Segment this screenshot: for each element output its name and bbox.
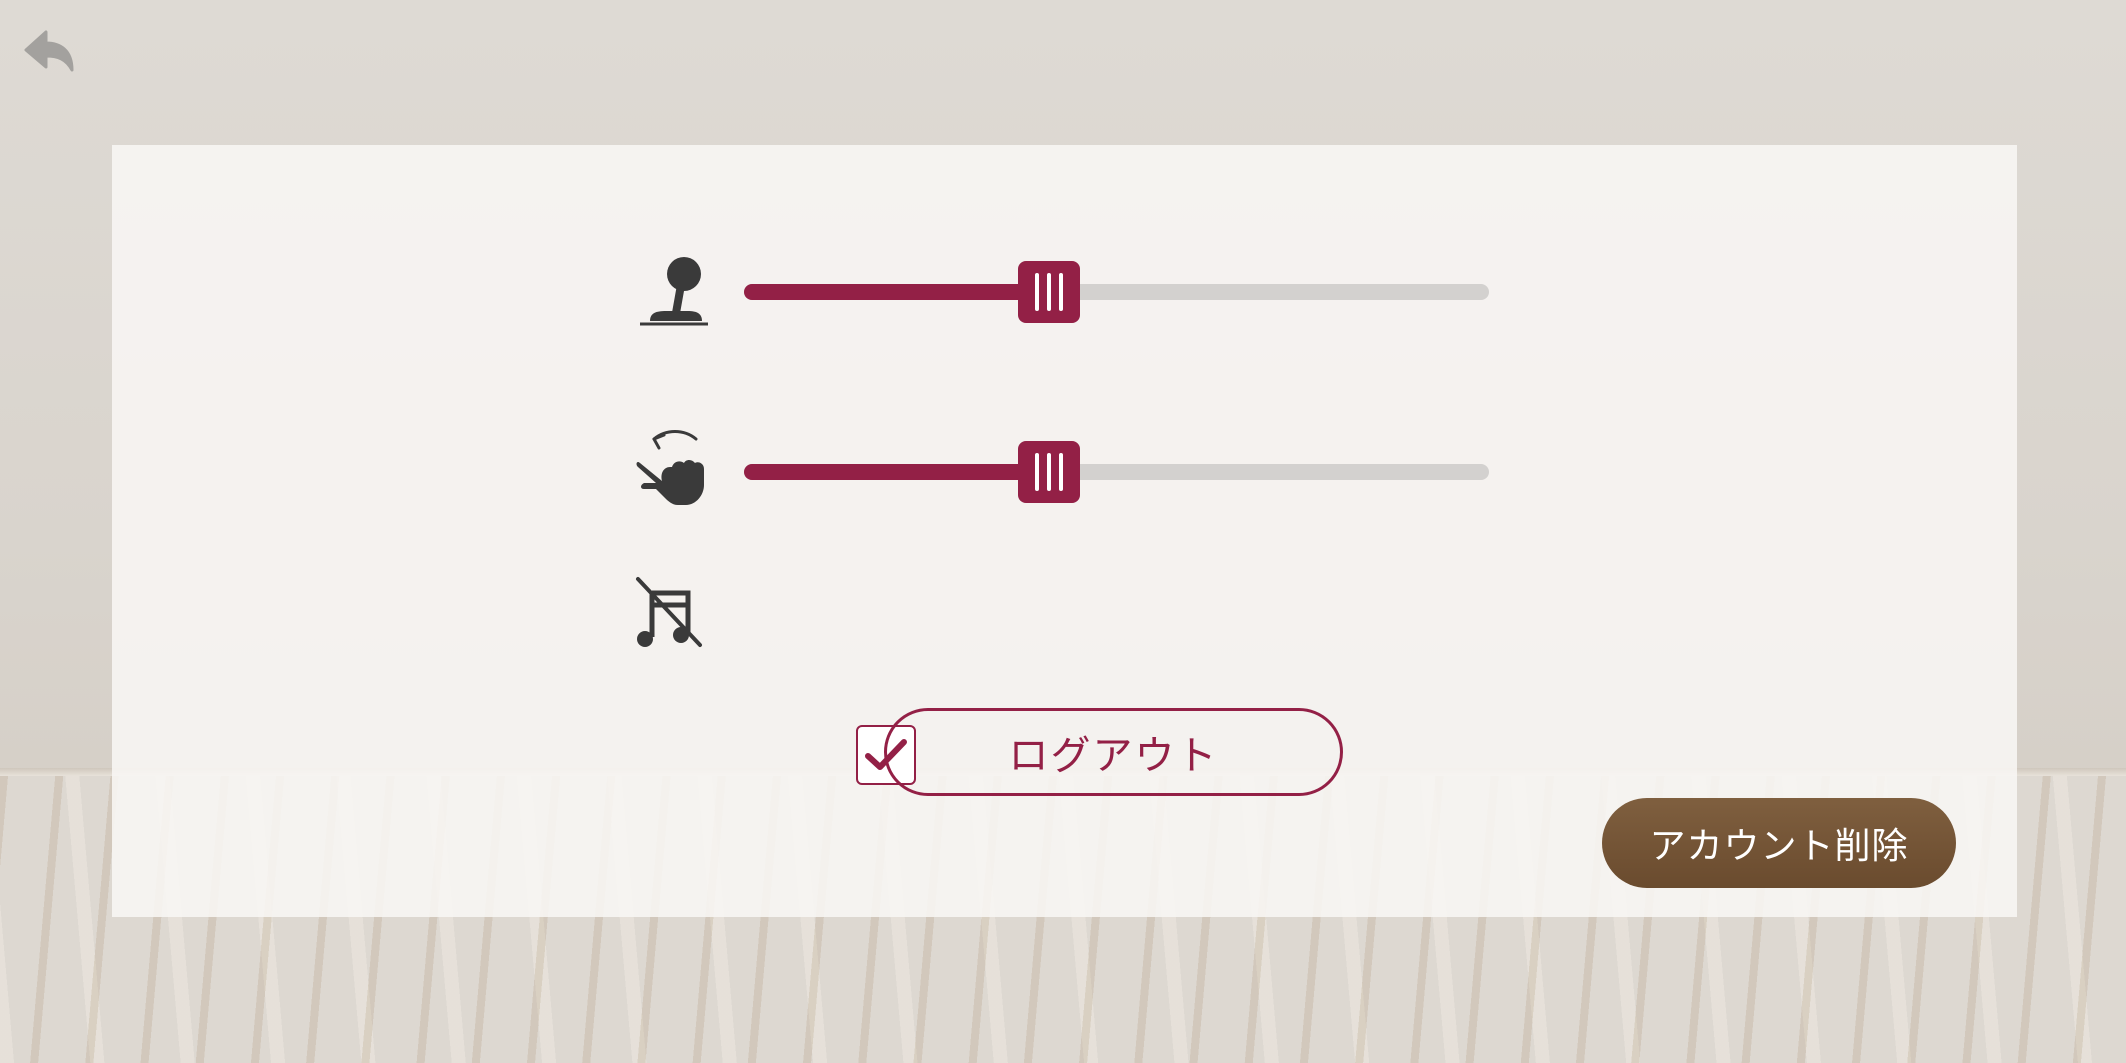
joystick-sensitivity-slider[interactable]	[744, 261, 1489, 323]
joystick-icon	[640, 257, 708, 326]
back-button[interactable]	[20, 22, 78, 80]
delete-account-button-label: アカウント削除	[1649, 826, 1909, 867]
slider-fill	[744, 464, 1049, 480]
swipe-sensitivity-slider[interactable]	[744, 441, 1489, 503]
logout-button[interactable]: ログアウト	[884, 708, 1343, 796]
logout-button-label: ログアウト	[1008, 733, 1219, 779]
slider-thumb[interactable]	[1018, 441, 1080, 503]
music-muted-icon	[636, 577, 702, 647]
delete-account-button[interactable]: アカウント削除	[1602, 798, 1956, 888]
slider-thumb[interactable]	[1018, 261, 1080, 323]
swipe-gesture-icon	[636, 430, 704, 505]
slider-fill	[744, 284, 1049, 300]
back-arrow-icon	[24, 30, 74, 72]
